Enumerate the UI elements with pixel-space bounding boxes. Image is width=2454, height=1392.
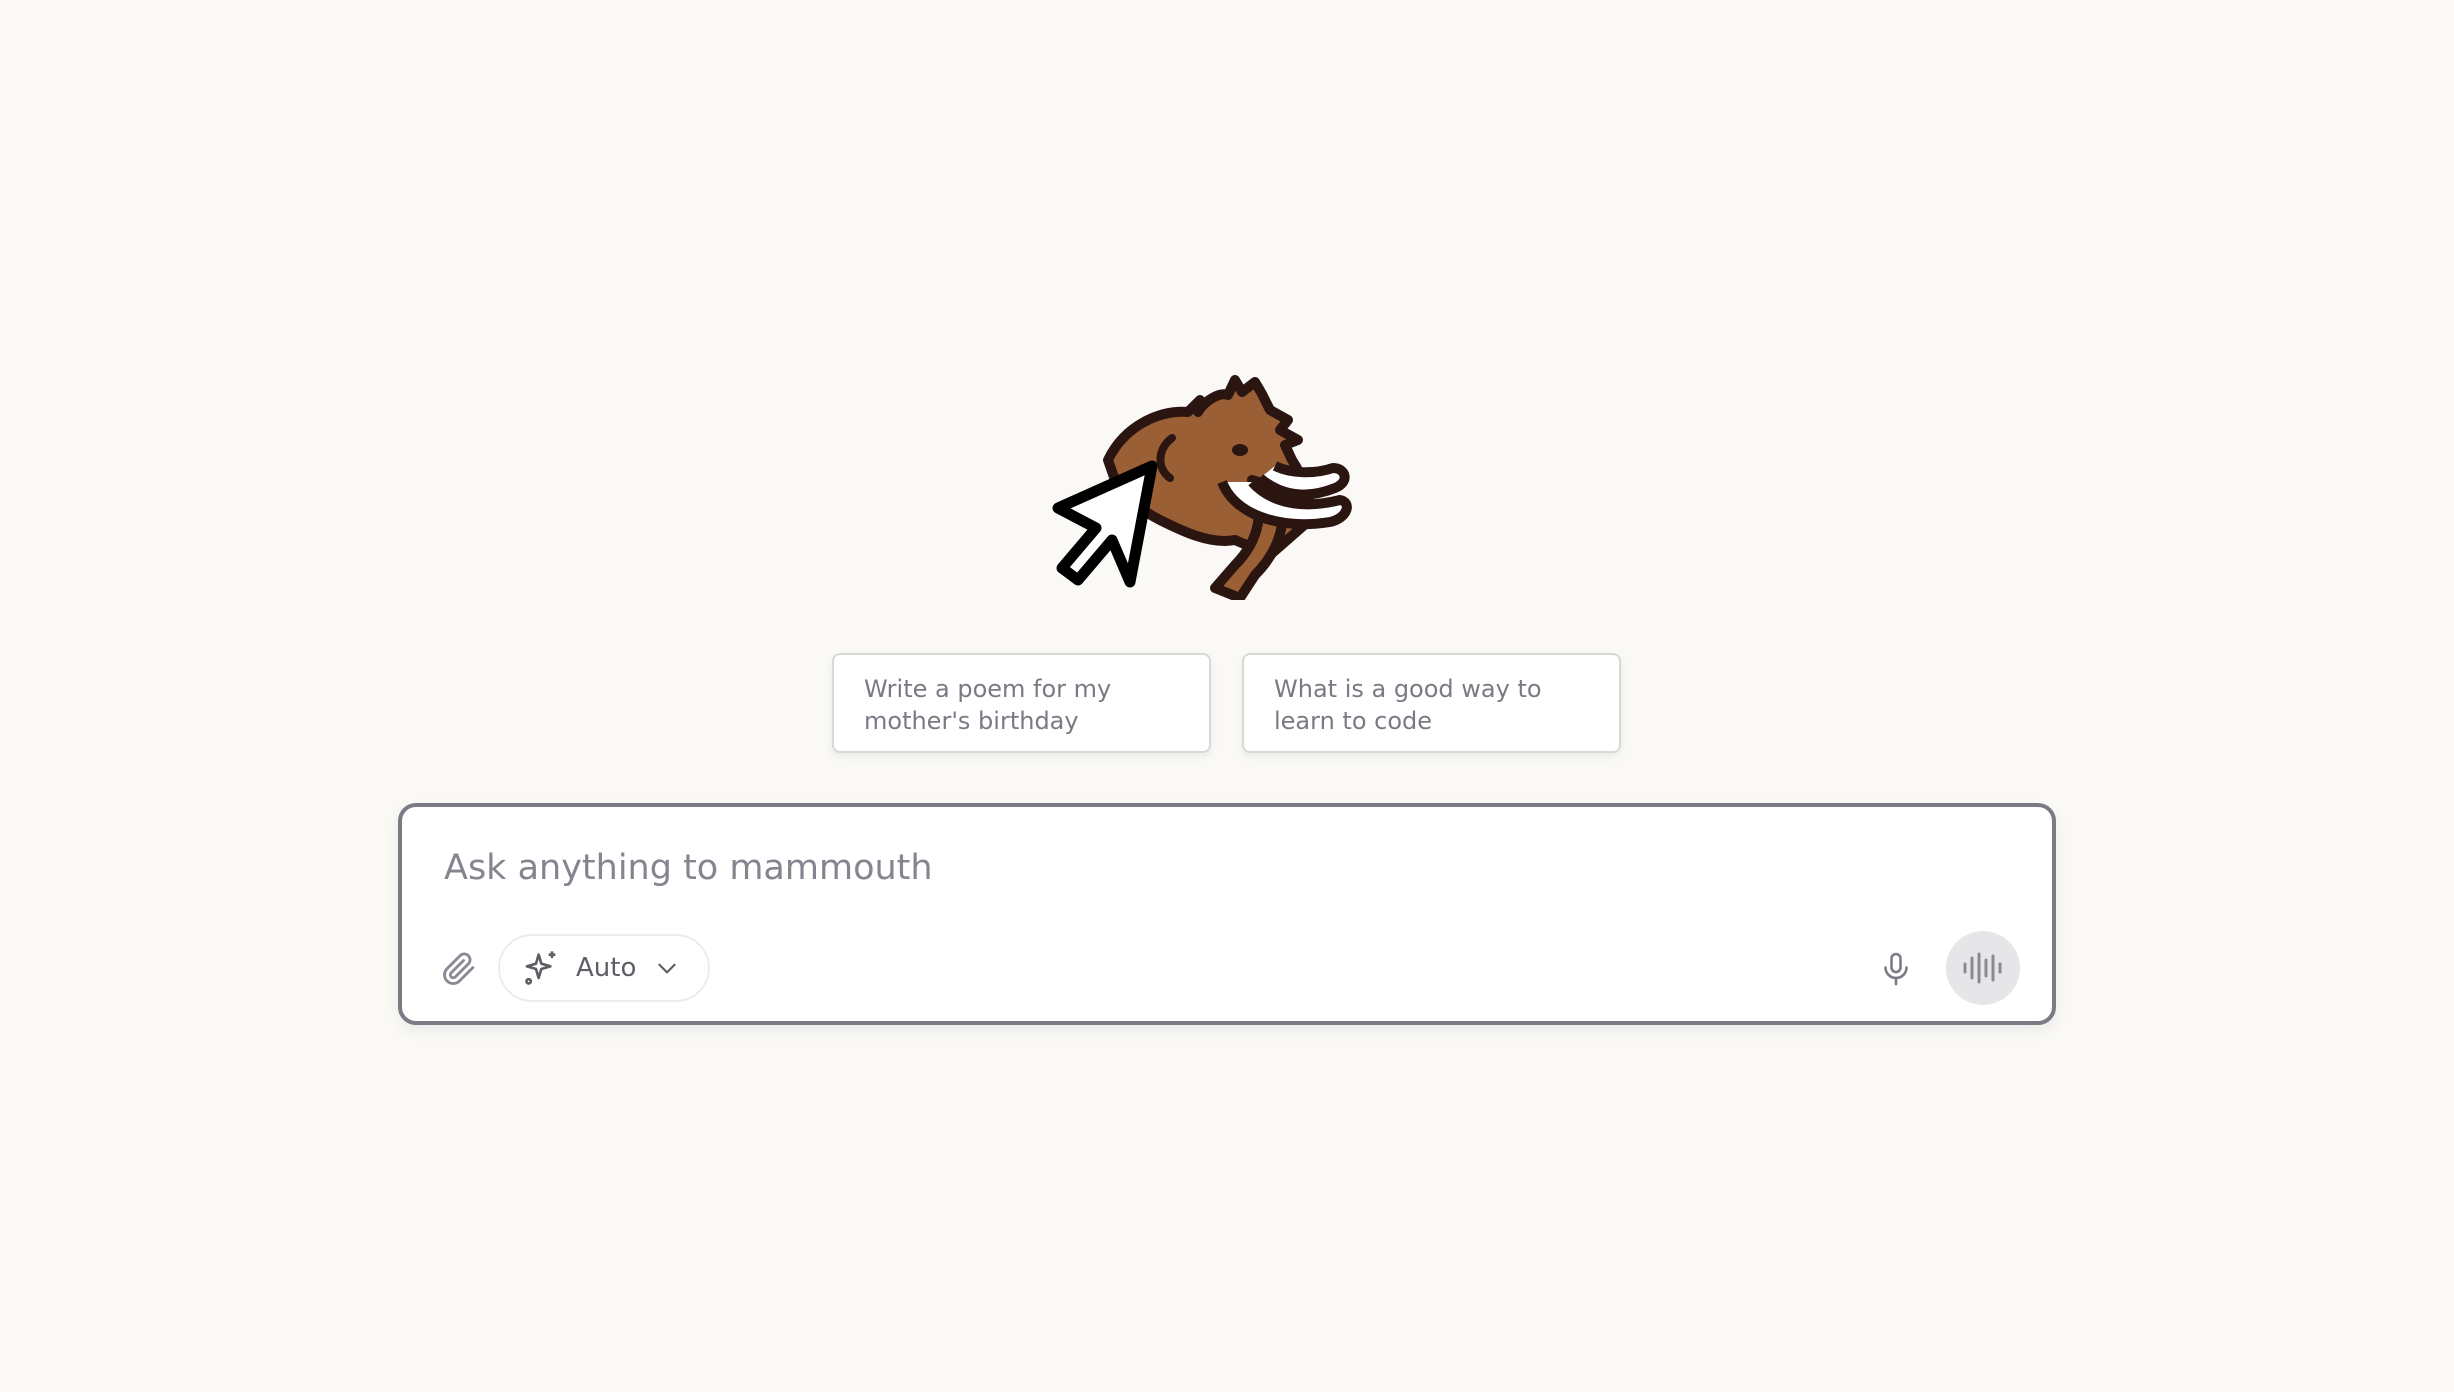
voice-mode-button[interactable] <box>1946 931 2020 1005</box>
mammoth-logo <box>1052 375 1352 600</box>
model-selector[interactable]: Auto <box>498 934 710 1002</box>
model-selector-label: Auto <box>576 953 637 983</box>
waveform-icon <box>1963 952 2002 984</box>
suggestion-list: Write a poem for my mother's birthday Wh… <box>832 653 1621 753</box>
microphone-icon <box>1884 952 1908 986</box>
suggestion-card[interactable]: Write a poem for my mother's birthday <box>832 653 1211 753</box>
paperclip-icon <box>443 952 475 986</box>
microphone-button[interactable] <box>1874 945 1918 993</box>
attach-button[interactable] <box>438 945 478 993</box>
chevron-down-icon <box>658 963 677 974</box>
message-composer: Auto <box>398 803 2056 1025</box>
prompt-input[interactable] <box>442 837 1946 899</box>
chat-start-page: Write a poem for my mother's birthday Wh… <box>0 0 2454 1392</box>
suggestion-card[interactable]: What is a good way to learn to code <box>1242 653 1621 753</box>
sparkles-icon <box>525 951 556 985</box>
